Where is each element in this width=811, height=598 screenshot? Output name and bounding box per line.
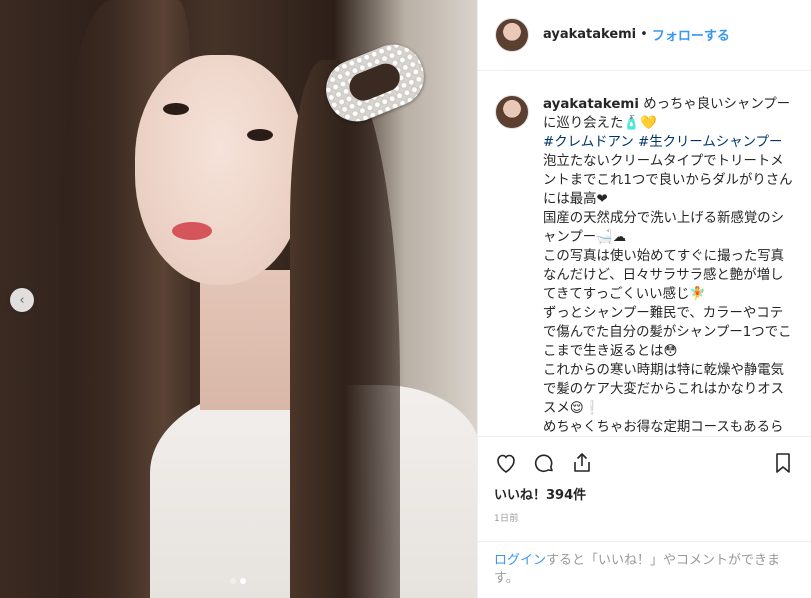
carousel-dot-active [240,578,246,584]
caption-paragraph: 国産の天然成分で洗い上げる新感覚のシャンプー🛁☁ [543,210,785,245]
caption-paragraph: ずっとシャンプー難民で、カラーやコテで傷んでた自分の髪がシャンプー1つでここまで… [543,305,792,359]
heart-icon [494,451,518,479]
comment-button[interactable] [530,451,558,479]
caption-paragraph: この写真は使い始めてすぐに撮った写真なんだけど、日々サラサラ感と艶が増してきてす… [543,248,785,302]
post-header: ayakatakemi • フォローする [478,0,811,71]
post: ‹ ayakatakemi • フォローする ayakatakemi めっちゃ良… [0,0,811,598]
caption-text: ayakatakemi めっちゃ良いシャンプーに巡り会えた🧴💛 #クレムドアン … [543,95,793,437]
save-button[interactable] [769,451,797,479]
carousel-prev-button[interactable]: ‹ [10,288,34,312]
like-button[interactable] [492,451,520,479]
photo-eye-left [163,103,189,115]
action-bar [478,436,811,479]
share-icon [570,451,594,479]
likes-count[interactable]: いいね！394件 [478,480,811,504]
chevron-left-icon: ‹ [19,292,25,308]
carousel-dot [230,578,236,584]
avatar[interactable] [495,17,529,52]
hashtag-link[interactable]: #クレムドアン [543,135,634,150]
header-separator: • [640,27,648,43]
photo-lips [172,222,212,240]
hashtag-link[interactable]: #生クリームシャンプー [638,135,782,150]
timestamp[interactable]: 1日前 [478,503,811,531]
share-button[interactable] [568,451,596,479]
post-side-panel: ayakatakemi • フォローする ayakatakemi めっちゃ良いシ… [477,0,811,598]
caption-paragraph: これからの寒い時期は特に乾燥や静電気で髪のケア大変だからこれはかなりオススメ😌❕ [543,362,785,416]
comment-icon [532,451,556,479]
caption-paragraph: 泡立たないクリームタイプでトリートメントまでこれ1つで良いからダルがりさんには最… [543,153,793,207]
carousel-dots [230,578,246,584]
bookmark-icon [771,451,795,479]
caption-paragraph: めちゃくちゃお得な定期コースもあるらしい [543,419,784,435]
caption: ayakatakemi めっちゃ良いシャンプーに巡り会えた🧴💛 #クレムドアン … [478,71,811,437]
photo-eye-right [247,129,273,141]
post-photo: ‹ [0,0,477,598]
caption-avatar[interactable] [495,94,529,129]
caption-username[interactable]: ayakatakemi [543,97,639,112]
follow-button[interactable]: フォローする [652,25,730,44]
header-username[interactable]: ayakatakemi [543,27,636,42]
login-link[interactable]: ログイン [494,553,546,568]
photo-hair-right [290,60,400,598]
login-prompt: ログインすると「いいね！」やコメントができます。 [478,541,811,598]
photo-face [135,55,305,285]
